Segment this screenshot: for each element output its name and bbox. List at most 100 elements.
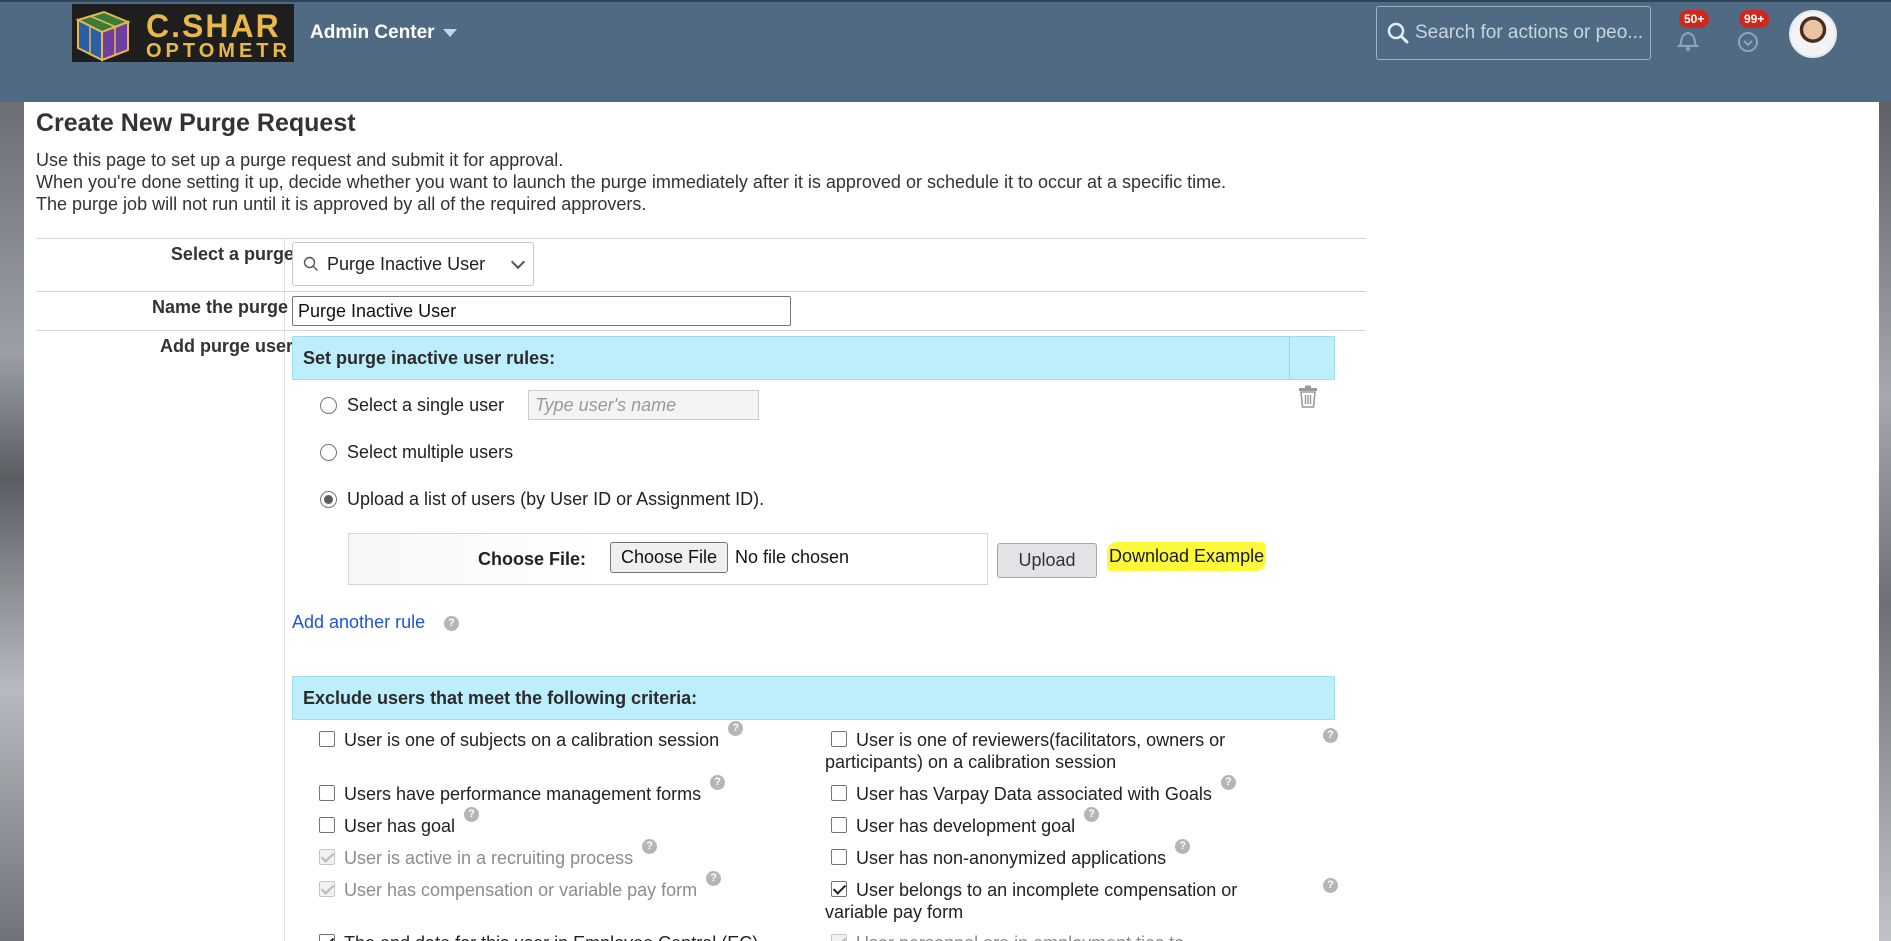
no-file-text: No file chosen bbox=[735, 547, 850, 567]
tasks-button[interactable]: 99+ bbox=[1731, 10, 1770, 52]
purge-type-value: Purge Inactive User bbox=[327, 253, 486, 274]
checkbox-label: User has goal bbox=[344, 816, 456, 836]
description-line-1: Use this page to set up a purge request … bbox=[36, 150, 564, 170]
main-panel: Create New Purge Request Use this page t… bbox=[24, 102, 1879, 941]
radio-upload-list-label: Upload a list of users (by User ID or As… bbox=[347, 489, 765, 509]
radio-button-selected[interactable] bbox=[320, 491, 337, 508]
checkbox-label-line2: variable pay form bbox=[825, 902, 964, 922]
radio-multiple-users[interactable]: Select multiple users bbox=[320, 442, 513, 463]
help-icon[interactable]: ? bbox=[1220, 775, 1236, 790]
upload-button[interactable]: Upload bbox=[997, 543, 1097, 578]
checkbox-label: User personnel are in employment ties to bbox=[856, 932, 1184, 941]
exclude-section-title: Exclude users that meet the following cr… bbox=[303, 687, 698, 708]
search-icon bbox=[303, 256, 318, 271]
checkbox-checked[interactable] bbox=[831, 881, 847, 897]
help-icon[interactable]: ? bbox=[464, 807, 480, 822]
radio-upload-list[interactable]: Upload a list of users (by User ID or As… bbox=[320, 489, 764, 510]
checkbox-checked[interactable] bbox=[319, 934, 335, 941]
help-icon[interactable]: ? bbox=[728, 721, 744, 736]
checkbox-label: User has compensation or variable pay fo… bbox=[344, 880, 698, 900]
checkbox-label: User is active in a recruiting process bbox=[344, 848, 634, 868]
choose-file-label: Choose File: bbox=[477, 549, 586, 569]
header-cell-divider bbox=[1289, 337, 1290, 379]
help-icon[interactable]: ? bbox=[444, 616, 459, 631]
checkbox-label: User is one of subjects on a calibration… bbox=[344, 730, 720, 750]
checkbox[interactable] bbox=[319, 817, 335, 833]
checkbox-label-line2: participants) on a calibration session bbox=[825, 752, 1117, 772]
search-icon bbox=[1387, 22, 1409, 44]
notifications-badge: 50+ bbox=[1679, 10, 1710, 28]
exclude-calibration-reviewer[interactable]: User is one of reviewers(facilitators, o… bbox=[825, 729, 1225, 773]
user-name-input[interactable] bbox=[528, 390, 759, 420]
help-icon[interactable]: ? bbox=[642, 839, 658, 854]
trash-icon[interactable] bbox=[1297, 385, 1319, 409]
notifications-button[interactable]: 50+ bbox=[1671, 10, 1710, 51]
admin-center-label: Admin Center bbox=[310, 22, 435, 43]
description-line-2: When you're done setting it up, decide w… bbox=[36, 172, 1227, 192]
exclude-employment-ties: User personnel are in employment ties to bbox=[825, 932, 1184, 941]
checkbox-label-line1: User is one of reviewers(facilitators, o… bbox=[856, 730, 1226, 750]
rules-section-header: Set purge inactive user rules: bbox=[292, 336, 1335, 380]
help-icon[interactable]: ? bbox=[1323, 728, 1338, 743]
purge-type-select[interactable]: Purge Inactive User bbox=[292, 242, 534, 286]
top-navigation-bar: C.SHAR OPTOMETR Admin Center 50+ 99+ bbox=[0, 0, 1891, 102]
background-right bbox=[1879, 100, 1891, 941]
help-icon[interactable]: ? bbox=[1323, 878, 1338, 893]
divider bbox=[36, 291, 1366, 292]
divider bbox=[36, 238, 1366, 239]
help-icon[interactable]: ? bbox=[1084, 807, 1100, 822]
exclude-incomplete-compensation[interactable]: User belongs to an incomplete compensati… bbox=[825, 879, 1237, 923]
checkbox[interactable] bbox=[831, 785, 847, 801]
exclude-development-goal[interactable]: User has development goal ? bbox=[825, 807, 1100, 837]
exclude-ec-end-date[interactable]: The end date for this user in Employee C… bbox=[319, 932, 758, 941]
description-line-3: The purge job will not run until it is a… bbox=[36, 194, 647, 214]
exclude-non-anonymized-applications[interactable]: User has non-anonymized applications ? bbox=[825, 839, 1191, 869]
radio-multiple-users-label: Select multiple users bbox=[347, 442, 514, 462]
checkbox-label: User belongs to an incomplete compensati… bbox=[825, 879, 1237, 923]
exclude-recruiting-process: User is active in a recruiting process ? bbox=[319, 839, 658, 869]
exclude-performance-forms[interactable]: Users have performance management forms … bbox=[319, 775, 726, 805]
logo-text-line2: OPTOMETR bbox=[146, 40, 291, 62]
checkbox-checked-disabled bbox=[319, 849, 335, 865]
checkbox-label: Users have performance management forms bbox=[344, 784, 702, 804]
logo-cube-icon bbox=[75, 10, 131, 62]
checkbox-label: User is one of reviewers(facilitators, o… bbox=[825, 729, 1226, 773]
help-icon[interactable]: ? bbox=[710, 775, 726, 790]
search-input[interactable] bbox=[1415, 22, 1650, 44]
checkbox-checked-disabled bbox=[831, 934, 847, 941]
download-example-link[interactable]: Download Example bbox=[1107, 542, 1267, 571]
background-left bbox=[0, 100, 24, 941]
exclude-compensation-form: User has compensation or variable pay fo… bbox=[319, 871, 722, 901]
checkbox-label: The end date for this user in Employee C… bbox=[344, 932, 758, 941]
radio-button[interactable] bbox=[320, 397, 337, 414]
purge-name-input[interactable] bbox=[292, 296, 791, 326]
checkbox[interactable] bbox=[831, 817, 847, 833]
radio-button[interactable] bbox=[320, 444, 337, 461]
checkbox[interactable] bbox=[831, 731, 847, 747]
checkbox[interactable] bbox=[319, 785, 335, 801]
rules-section-title: Set purge inactive user rules: bbox=[303, 347, 556, 368]
exclude-calibration-subject[interactable]: User is one of subjects on a calibration… bbox=[319, 721, 744, 751]
divider bbox=[36, 330, 1366, 331]
checkbox-label: User has Varpay Data associated with Goa… bbox=[856, 784, 1212, 804]
exclude-varpay-goals[interactable]: User has Varpay Data associated with Goa… bbox=[825, 775, 1236, 805]
checkbox-label: User has development goal bbox=[856, 816, 1076, 836]
choose-file-button[interactable]: Choose File bbox=[610, 542, 729, 573]
page-description: Use this page to set up a purge request … bbox=[36, 149, 1226, 215]
user-avatar[interactable] bbox=[1789, 10, 1837, 58]
radio-single-user-label: Select a single user bbox=[347, 395, 505, 415]
help-icon[interactable]: ? bbox=[706, 871, 722, 886]
file-chooser-row: Choose File: Choose File No file chosen bbox=[348, 533, 988, 585]
checkbox[interactable] bbox=[319, 731, 335, 747]
help-icon[interactable]: ? bbox=[1175, 839, 1191, 854]
admin-center-menu[interactable]: Admin Center bbox=[310, 22, 457, 44]
chevron-down-icon bbox=[510, 254, 526, 270]
exclude-has-goal[interactable]: User has goal ? bbox=[319, 807, 480, 837]
company-logo[interactable]: C.SHAR OPTOMETR bbox=[72, 4, 294, 62]
checkbox-label: User has non-anonymized applications bbox=[856, 848, 1167, 868]
checkbox-checked-disabled bbox=[319, 881, 335, 897]
radio-single-user[interactable]: Select a single user bbox=[320, 395, 504, 416]
checkbox[interactable] bbox=[831, 849, 847, 865]
add-another-rule-link[interactable]: Add another rule bbox=[292, 612, 425, 633]
global-search[interactable] bbox=[1376, 6, 1651, 60]
